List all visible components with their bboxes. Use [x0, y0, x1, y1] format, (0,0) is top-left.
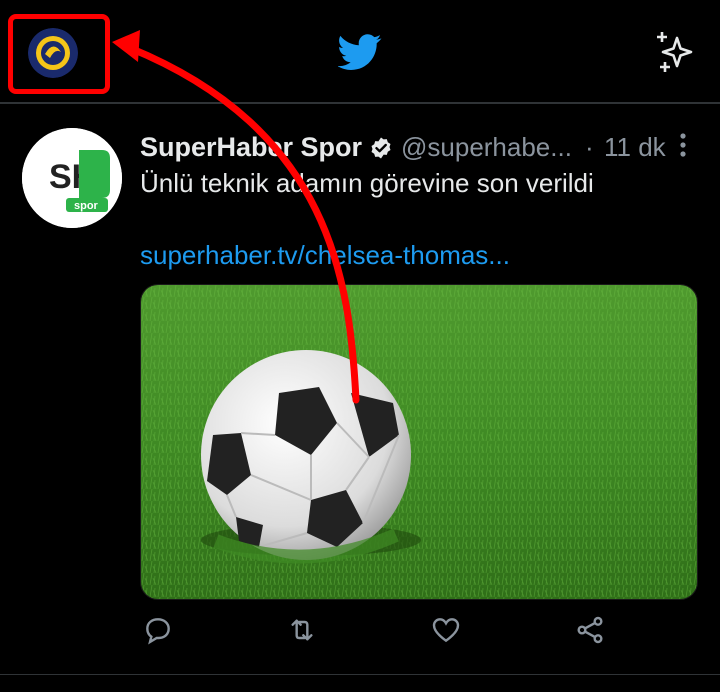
tweet-timestamp[interactable]: 11 dk — [604, 132, 666, 163]
like-icon[interactable] — [430, 614, 462, 646]
tweet-card[interactable]: SH spor SuperHaber Spor @superhabe... · … — [0, 104, 720, 692]
sparkle-icon[interactable] — [650, 28, 698, 76]
top-bar — [0, 0, 720, 102]
annotation-highlight-box — [8, 14, 110, 94]
tweet-actions-bar — [140, 614, 700, 654]
reply-icon[interactable] — [142, 614, 174, 646]
account-avatar[interactable]: SH spor — [22, 128, 122, 228]
more-options-icon[interactable] — [674, 132, 692, 160]
tweet-text: Ünlü teknik adamın görevine son verildi — [140, 168, 594, 198]
verified-badge-icon — [371, 137, 391, 159]
twitter-bird-icon[interactable] — [338, 30, 382, 74]
retweet-icon[interactable] — [286, 614, 318, 646]
user-handle[interactable]: @superhabe... — [401, 132, 572, 163]
display-name[interactable]: SuperHaber Spor — [140, 132, 362, 163]
tweet-media-image[interactable] — [140, 284, 698, 600]
avatar-spor-text: spor — [74, 200, 99, 212]
tweet-header: SuperHaber Spor @superhabe... · 11 dk — [140, 128, 700, 168]
soccer-ball-on-grass-image — [141, 285, 697, 599]
separator-dot: · — [585, 132, 594, 162]
share-icon[interactable] — [574, 614, 606, 646]
tweet-link[interactable]: superhaber.tv/chelsea-thomas... — [140, 240, 510, 271]
tweet-divider — [0, 674, 720, 675]
